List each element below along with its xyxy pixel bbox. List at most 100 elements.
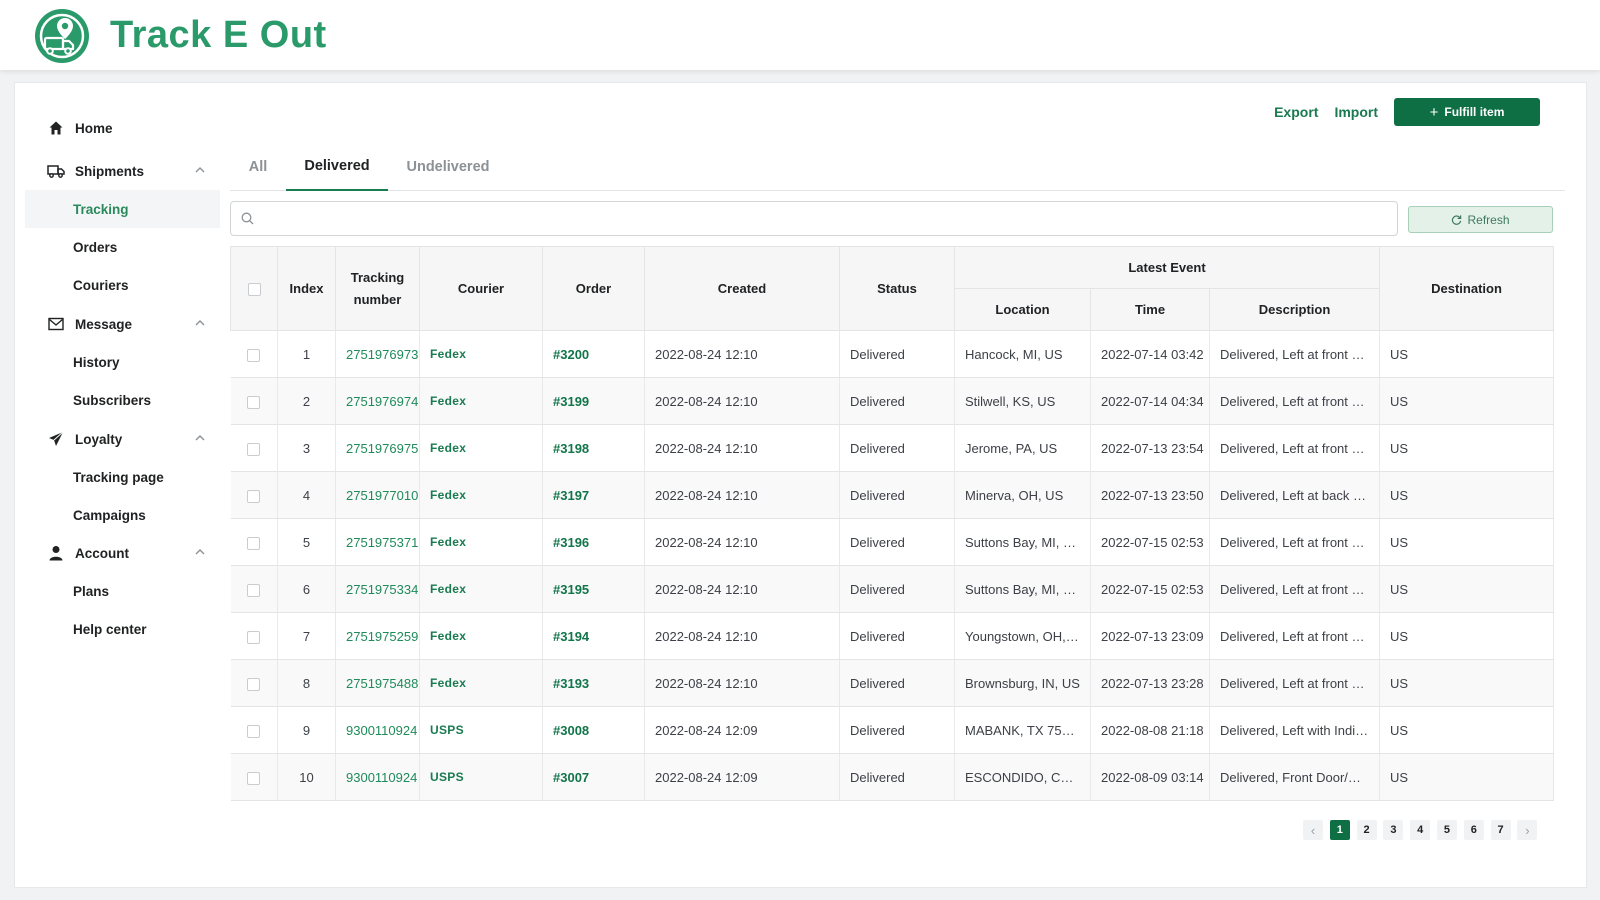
cell-select	[230, 612, 278, 660]
cell-destination: US	[1379, 471, 1555, 519]
row-checkbox[interactable]	[247, 536, 261, 550]
sidebar-item-home[interactable]: Home	[25, 109, 220, 147]
sidebar-item-history[interactable]: History	[25, 343, 220, 381]
cell-order[interactable]: #3193	[542, 659, 645, 707]
next-page-button[interactable]: ›	[1517, 820, 1538, 840]
table-row[interactable]: 7 2751975259 Fedex #3194 2022-08-24 12:10 Del…	[230, 612, 1555, 660]
sidebar-item-plans[interactable]: Plans	[25, 572, 220, 610]
sidebar-item-tracking-page[interactable]: Tracking page	[25, 458, 220, 496]
cell-tracking-number[interactable]: 2751975488	[335, 659, 420, 707]
app-brand-title: Track E Out	[110, 14, 327, 56]
cell-order[interactable]: #3197	[542, 471, 645, 519]
page-button[interactable]: 7	[1490, 820, 1511, 840]
refresh-button[interactable]: Refresh	[1408, 206, 1553, 233]
cell-order[interactable]: #3194	[542, 612, 645, 660]
prev-page-button[interactable]: ‹	[1303, 820, 1323, 840]
table-row[interactable]: 1 2751976973 Fedex #3200 2022-08-24 12:10 Del…	[230, 330, 1555, 378]
page-button[interactable]: 2	[1356, 820, 1377, 840]
chevron-up-icon[interactable]	[194, 317, 206, 329]
export-button[interactable]: Export	[1274, 104, 1318, 120]
chevron-up-icon[interactable]	[194, 546, 206, 558]
search-input[interactable]	[260, 203, 1397, 234]
cell-index: 7	[277, 612, 336, 660]
table-row[interactable]: 3 2751976975 Fedex #3198 2022-08-24 12:10 Del…	[230, 424, 1555, 472]
table-body: 1 2751976973 Fedex #3200 2022-08-24 12:10 Del…	[230, 330, 1555, 801]
cell-order[interactable]: #3195	[542, 565, 645, 613]
cell-order[interactable]: #3199	[542, 377, 645, 425]
page-button[interactable]: 4	[1410, 820, 1431, 840]
import-button[interactable]: Import	[1334, 104, 1378, 120]
cell-tracking-number[interactable]: 9300110924	[335, 753, 420, 801]
row-checkbox[interactable]	[247, 630, 261, 644]
cell-tracking-number[interactable]: 2751977010	[335, 471, 420, 519]
table-row[interactable]: 2 2751976974 Fedex #3199 2022-08-24 12:10 Del…	[230, 377, 1555, 425]
cell-tracking-number[interactable]: 9300110924	[335, 706, 420, 754]
header-latest-event: Latest Event	[953, 246, 1381, 289]
sidebar-item-label: Account	[75, 545, 129, 561]
cell-order[interactable]: #3200	[542, 330, 645, 378]
sidebar-item-orders[interactable]: Orders	[25, 228, 220, 266]
row-checkbox[interactable]	[247, 677, 261, 691]
top-bar: Track E Out	[0, 0, 1600, 70]
fulfill-item-button[interactable]: + Fulfill item	[1394, 98, 1540, 126]
cell-order[interactable]: #3196	[542, 518, 645, 566]
sidebar-item-tracking[interactable]: Tracking	[25, 190, 220, 228]
tab-undelivered[interactable]: Undelivered	[388, 143, 508, 191]
page-button[interactable]: 1	[1329, 820, 1350, 840]
sidebar-item-help-center[interactable]: Help center	[25, 610, 220, 648]
sidebar-item-shipments[interactable]: Shipments	[25, 152, 220, 190]
header-created: Created	[644, 246, 840, 331]
cell-tracking-number[interactable]: 2751975259	[335, 612, 420, 660]
page-button[interactable]: 6	[1463, 820, 1484, 840]
cell-tracking-number[interactable]: 2751976973	[335, 330, 420, 378]
sidebar-item-account[interactable]: Account	[25, 534, 220, 572]
row-checkbox[interactable]	[247, 583, 261, 597]
cell-order[interactable]: #3198	[542, 424, 645, 472]
row-checkbox[interactable]	[247, 348, 261, 362]
cell-order[interactable]: #3008	[542, 706, 645, 754]
cell-tracking-number[interactable]: 2751975371	[335, 518, 420, 566]
cell-status: Delivered	[839, 706, 955, 754]
cell-time: 2022-07-14 03:42	[1090, 330, 1210, 378]
cell-courier: Fedex	[419, 612, 543, 660]
table-row[interactable]: 6 2751975334 Fedex #3195 2022-08-24 12:10 Del…	[230, 565, 1555, 613]
cell-tracking-number[interactable]: 2751975334	[335, 565, 420, 613]
cell-index: 4	[277, 471, 336, 519]
row-checkbox[interactable]	[247, 442, 261, 456]
sidebar-item-label: Loyalty	[75, 431, 123, 447]
tab-delivered[interactable]: Delivered	[286, 143, 388, 191]
sidebar-item-campaigns[interactable]: Campaigns	[25, 496, 220, 534]
sidebar-item-couriers[interactable]: Couriers	[25, 266, 220, 304]
row-checkbox[interactable]	[247, 395, 261, 409]
chevron-up-icon[interactable]	[194, 164, 206, 176]
table-row[interactable]: 8 2751975488 Fedex #3193 2022-08-24 12:10 Del…	[230, 659, 1555, 707]
header-tracking-line1: Tracking	[350, 269, 405, 285]
sidebar-item-subscribers[interactable]: Subscribers	[25, 381, 220, 419]
sidebar-item-message[interactable]: Message	[25, 305, 220, 343]
chevron-up-icon[interactable]	[194, 432, 206, 444]
header-tracking-number: Tracking number	[335, 246, 420, 331]
row-checkbox[interactable]	[247, 724, 261, 738]
cell-time: 2022-07-15 02:53	[1090, 518, 1210, 566]
table-row[interactable]: 9 9300110924 USPS #3008 2022-08-24 12:09 Deli…	[230, 706, 1555, 754]
header-index: Index	[277, 246, 336, 331]
page-button[interactable]: 5	[1436, 820, 1457, 840]
logo-icon	[35, 9, 89, 63]
row-checkbox[interactable]	[247, 771, 261, 785]
cell-time: 2022-07-13 23:54	[1090, 424, 1210, 472]
truck-icon	[47, 162, 65, 180]
cell-tracking-number[interactable]: 2751976974	[335, 377, 420, 425]
cell-tracking-number[interactable]: 2751976975	[335, 424, 420, 472]
tab-all[interactable]: All	[230, 143, 286, 191]
cell-order[interactable]: #3007	[542, 753, 645, 801]
row-checkbox[interactable]	[247, 489, 261, 503]
select-all-checkbox[interactable]	[247, 283, 261, 297]
table-row[interactable]: 4 2751977010 Fedex #3197 2022-08-24 12:10 Del…	[230, 471, 1555, 519]
table-row[interactable]: 5 2751975371 Fedex #3196 2022-08-24 12:10 Del…	[230, 518, 1555, 566]
page-button[interactable]: 3	[1383, 820, 1404, 840]
cell-status: Delivered	[839, 518, 955, 566]
sidebar-item-loyalty[interactable]: Loyalty	[25, 420, 220, 458]
table-row[interactable]: 10 9300110924 USPS #3007 2022-08-24 12:09 Del…	[230, 753, 1555, 801]
cell-created: 2022-08-24 12:10	[644, 659, 840, 707]
cell-index: 8	[277, 659, 336, 707]
